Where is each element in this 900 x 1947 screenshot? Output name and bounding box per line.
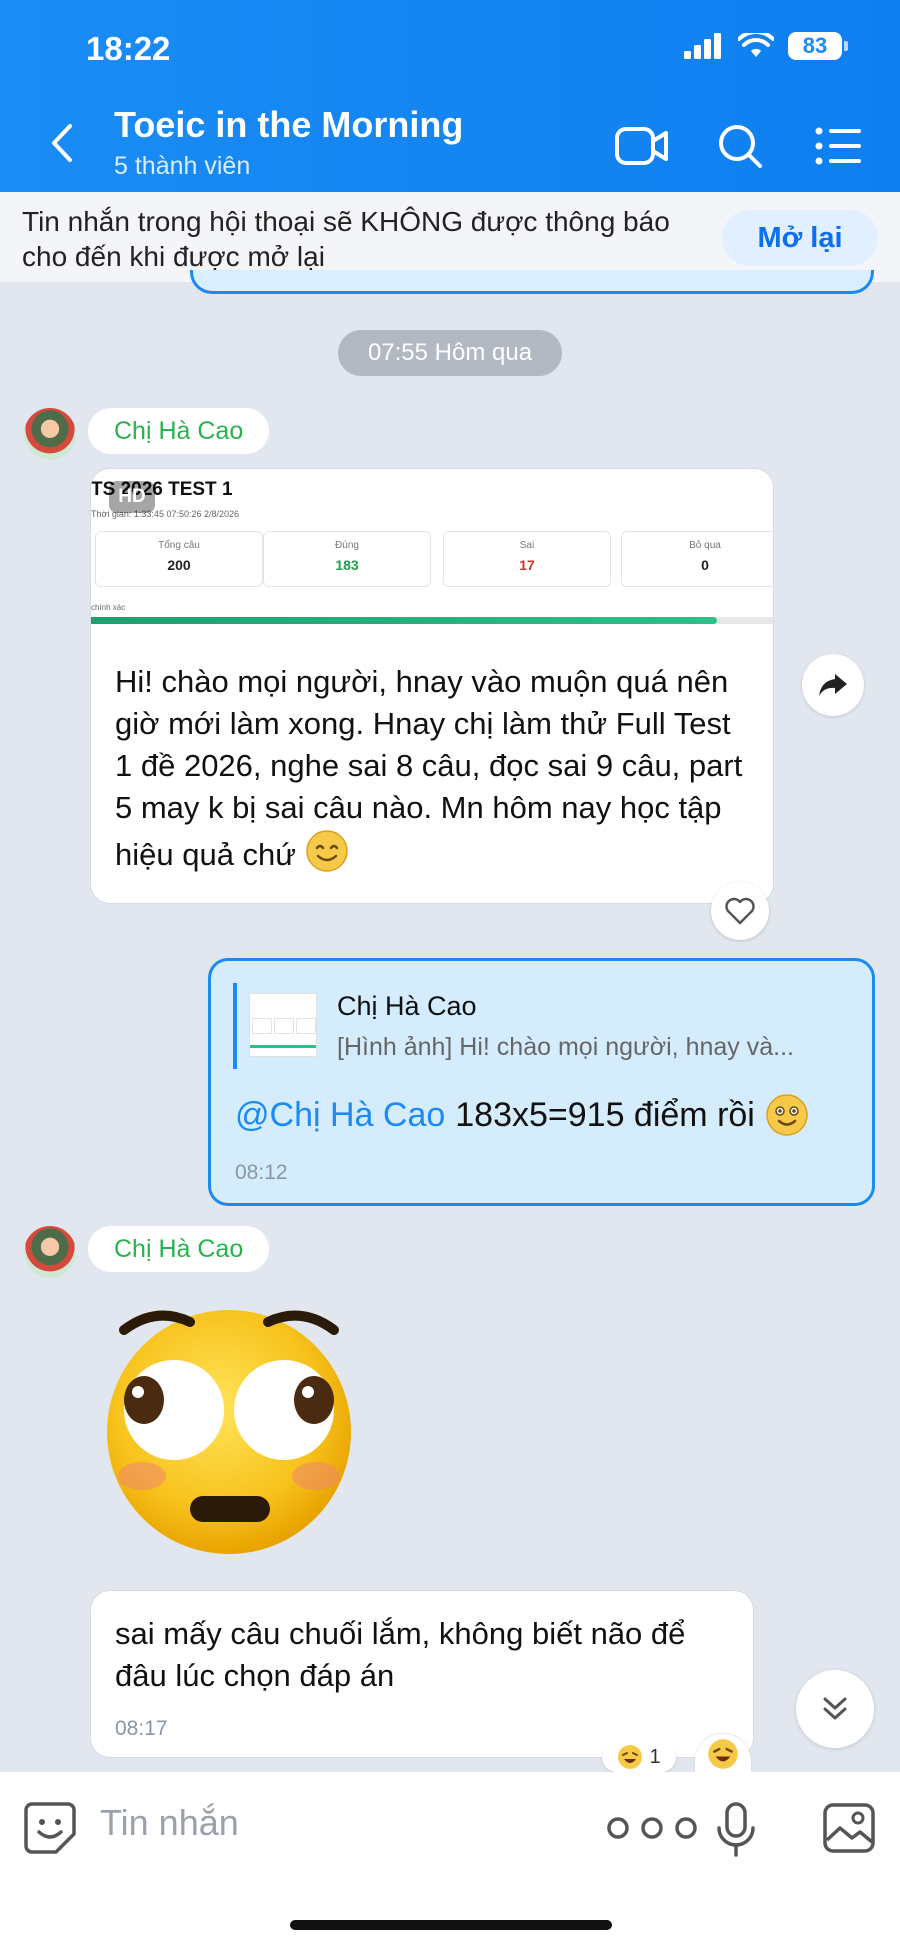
heart-icon (725, 897, 755, 925)
share-arrow-icon (819, 674, 847, 696)
search-button[interactable] (712, 118, 768, 174)
reply-text-content: 183x5=915 điểm rồi (455, 1095, 755, 1134)
accuracy-progress-fill (91, 617, 717, 624)
stat-value: 200 (167, 557, 191, 573)
avatar[interactable] (24, 1226, 76, 1278)
flushed-face-sticker[interactable] (96, 1300, 362, 1556)
sender-name: Chị Hà Cao (88, 408, 270, 454)
laugh-emoji-icon (618, 1745, 643, 1769)
microphone-icon (717, 1802, 755, 1857)
accuracy-label: chính xác (91, 603, 126, 612)
stat-label: Bỏ qua (689, 540, 721, 551)
my-reply-bubble[interactable]: Chị Hà Cao [Hình ảnh] Hi! chào mọi người… (208, 958, 875, 1206)
stat-label: Sai (519, 540, 535, 551)
back-button[interactable] (42, 118, 82, 168)
reaction-badge[interactable]: 1 (602, 1742, 676, 1772)
signal-icon (684, 33, 721, 59)
reaction-count: 1 (649, 1745, 661, 1768)
thumb-cell (252, 1018, 272, 1034)
video-camera-icon (615, 127, 668, 165)
grin-emoji-icon (766, 1094, 808, 1136)
avatar[interactable] (24, 408, 76, 460)
text-message-bubble[interactable]: sai mấy câu chuối lắm, không biết não để… (90, 1590, 754, 1758)
mention-link[interactable]: @Chị Hà Cao (235, 1096, 445, 1135)
double-chevron-down-icon (823, 1697, 847, 1720)
thumb-cell (274, 1018, 294, 1034)
react-heart-button[interactable] (711, 882, 769, 940)
stat-correct: Đúng 183 (263, 531, 431, 587)
video-call-button[interactable] (614, 118, 670, 174)
message-input[interactable]: Tin nhắn (100, 1802, 239, 1844)
stat-value: 183 (335, 557, 359, 573)
message-text: sai mấy câu chuối lắm, không biết não để… (115, 1616, 686, 1693)
quote-bar (233, 983, 237, 1069)
chat-header: 18:22 83 Toeic in the Morning 5 thành vi… (0, 0, 900, 192)
message-input-bar: Tin nhắn (0, 1772, 900, 1947)
reopen-notifications-button[interactable]: Mở lại (722, 210, 878, 266)
status-icons: 83 (684, 32, 848, 60)
member-count[interactable]: 5 thành viên (114, 152, 250, 181)
voice-message-button[interactable] (716, 1802, 756, 1863)
thumb-cell (296, 1018, 316, 1034)
battery-indicator: 83 (788, 32, 848, 60)
date-divider: 07:55 Hôm qua (338, 330, 562, 376)
image-message-bubble[interactable]: TS 2026 TEST 1 Thời gian: 1:33:45 07:50:… (90, 468, 774, 904)
home-indicator (290, 1920, 612, 1930)
reply-text: @Chị Hà Cao 183x5=915 điểm rồi (235, 1093, 809, 1137)
stat-total: Tổng câu 200 (95, 531, 263, 587)
more-options-button[interactable] (606, 1816, 698, 1845)
stat-label: Đúng (335, 540, 359, 551)
stat-wrong: Sai 17 (443, 531, 611, 587)
message-time: 08:17 (115, 1717, 168, 1740)
send-image-button[interactable] (822, 1802, 876, 1859)
message-text-content: Hi! chào mọi người, hnay vào muộn quá nê… (115, 664, 743, 872)
sender-name: Chị Hà Cao (88, 1226, 270, 1272)
quoted-text: [Hình ảnh] Hi! chào mọi người, hnay và..… (337, 1033, 794, 1061)
status-time: 18:22 (86, 30, 171, 67)
previous-message-bubble[interactable] (190, 270, 874, 294)
smile-emoji-icon (305, 830, 348, 872)
muted-notice-text: Tin nhắn trong hội thoại sẽ KHÔNG được t… (22, 206, 670, 272)
message-text: Hi! chào mọi người, hnay vào muộn quá nê… (115, 661, 751, 876)
sticker-smile-icon (24, 1802, 76, 1854)
stat-skipped: Bỏ qua 0 (621, 531, 773, 587)
quoted-image-thumbnail[interactable] (249, 993, 317, 1057)
stat-value: 17 (519, 557, 535, 573)
search-icon (719, 125, 762, 168)
menu-button[interactable] (810, 118, 866, 174)
image-gallery-icon (823, 1803, 875, 1853)
wifi-icon (738, 33, 774, 57)
chevron-left-icon (52, 124, 72, 162)
list-menu-icon (815, 127, 861, 165)
thumb-progress (250, 1045, 316, 1048)
laugh-emoji-icon (708, 1739, 738, 1769)
scroll-to-bottom-button[interactable] (796, 1670, 874, 1748)
chat-title[interactable]: Toeic in the Morning (114, 104, 463, 146)
emoji-picker-button[interactable] (22, 1800, 78, 1856)
stat-label: Tổng câu (158, 540, 200, 551)
stat-value: 0 (701, 557, 709, 573)
shared-image[interactable]: TS 2026 TEST 1 Thời gian: 1:33:45 07:50:… (91, 469, 773, 629)
message-time: 08:12 (235, 1161, 288, 1184)
hd-badge: HD (109, 481, 155, 513)
muted-notice-bar: Tin nhắn trong hội thoại sẽ KHÔNG được t… (0, 192, 900, 282)
forward-button[interactable] (802, 654, 864, 716)
quoted-sender: Chị Hà Cao (337, 991, 477, 1021)
more-dots-icon (607, 1817, 697, 1839)
accuracy-progress-bar (91, 617, 773, 624)
